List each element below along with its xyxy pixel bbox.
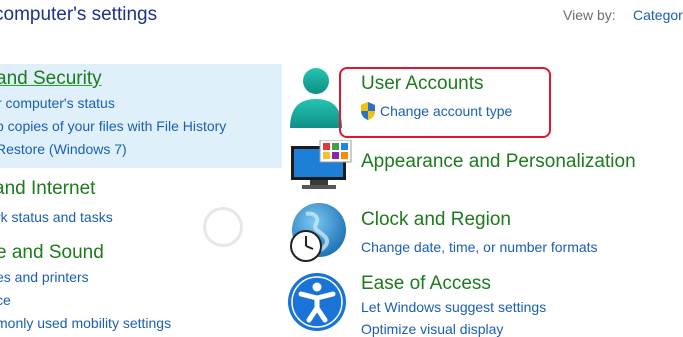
category-hardware-sound[interactable]: e and Sound	[0, 242, 104, 264]
link-mobility-settings[interactable]: monly used mobility settings	[0, 315, 171, 331]
view-by-dropdown[interactable]: Category	[633, 7, 683, 23]
link-review-computer-status[interactable]: r computer's status	[0, 95, 115, 111]
category-network-internet[interactable]: and Internet	[0, 178, 95, 200]
uac-shield-icon	[361, 102, 375, 120]
ease-of-access-icon	[288, 273, 346, 331]
link-windows-suggest-settings[interactable]: Let Windows suggest settings	[361, 299, 546, 315]
category-clock-region[interactable]: Clock and Region	[361, 209, 511, 231]
link-optimize-visual-display[interactable]: Optimize visual display	[361, 321, 503, 337]
link-file-history[interactable]: p copies of your files with File History	[0, 118, 226, 134]
user-accounts-icon	[290, 68, 342, 128]
monitor-appearance-icon	[291, 140, 352, 189]
watermark-logo	[203, 207, 243, 247]
globe-clock-icon	[290, 203, 346, 262]
category-system-security[interactable]: and Security	[0, 68, 102, 90]
category-user-accounts[interactable]: User Accounts	[361, 73, 484, 95]
link-change-date-formats[interactable]: Change date, time, or number formats	[361, 239, 598, 255]
category-ease-of-access[interactable]: Ease of Access	[361, 273, 491, 295]
view-by-label: View by:	[563, 7, 616, 23]
link-devices-printers[interactable]: es and printers	[0, 269, 89, 285]
link-add-device[interactable]: ce	[0, 292, 11, 308]
link-change-account-type[interactable]: Change account type	[380, 103, 512, 119]
category-appearance-personalization[interactable]: Appearance and Personalization	[361, 151, 636, 173]
link-backup-restore[interactable]: Restore (Windows 7)	[0, 141, 127, 157]
page-title: computer's settings	[0, 4, 158, 25]
link-network-status[interactable]: rk status and tasks	[0, 209, 113, 225]
